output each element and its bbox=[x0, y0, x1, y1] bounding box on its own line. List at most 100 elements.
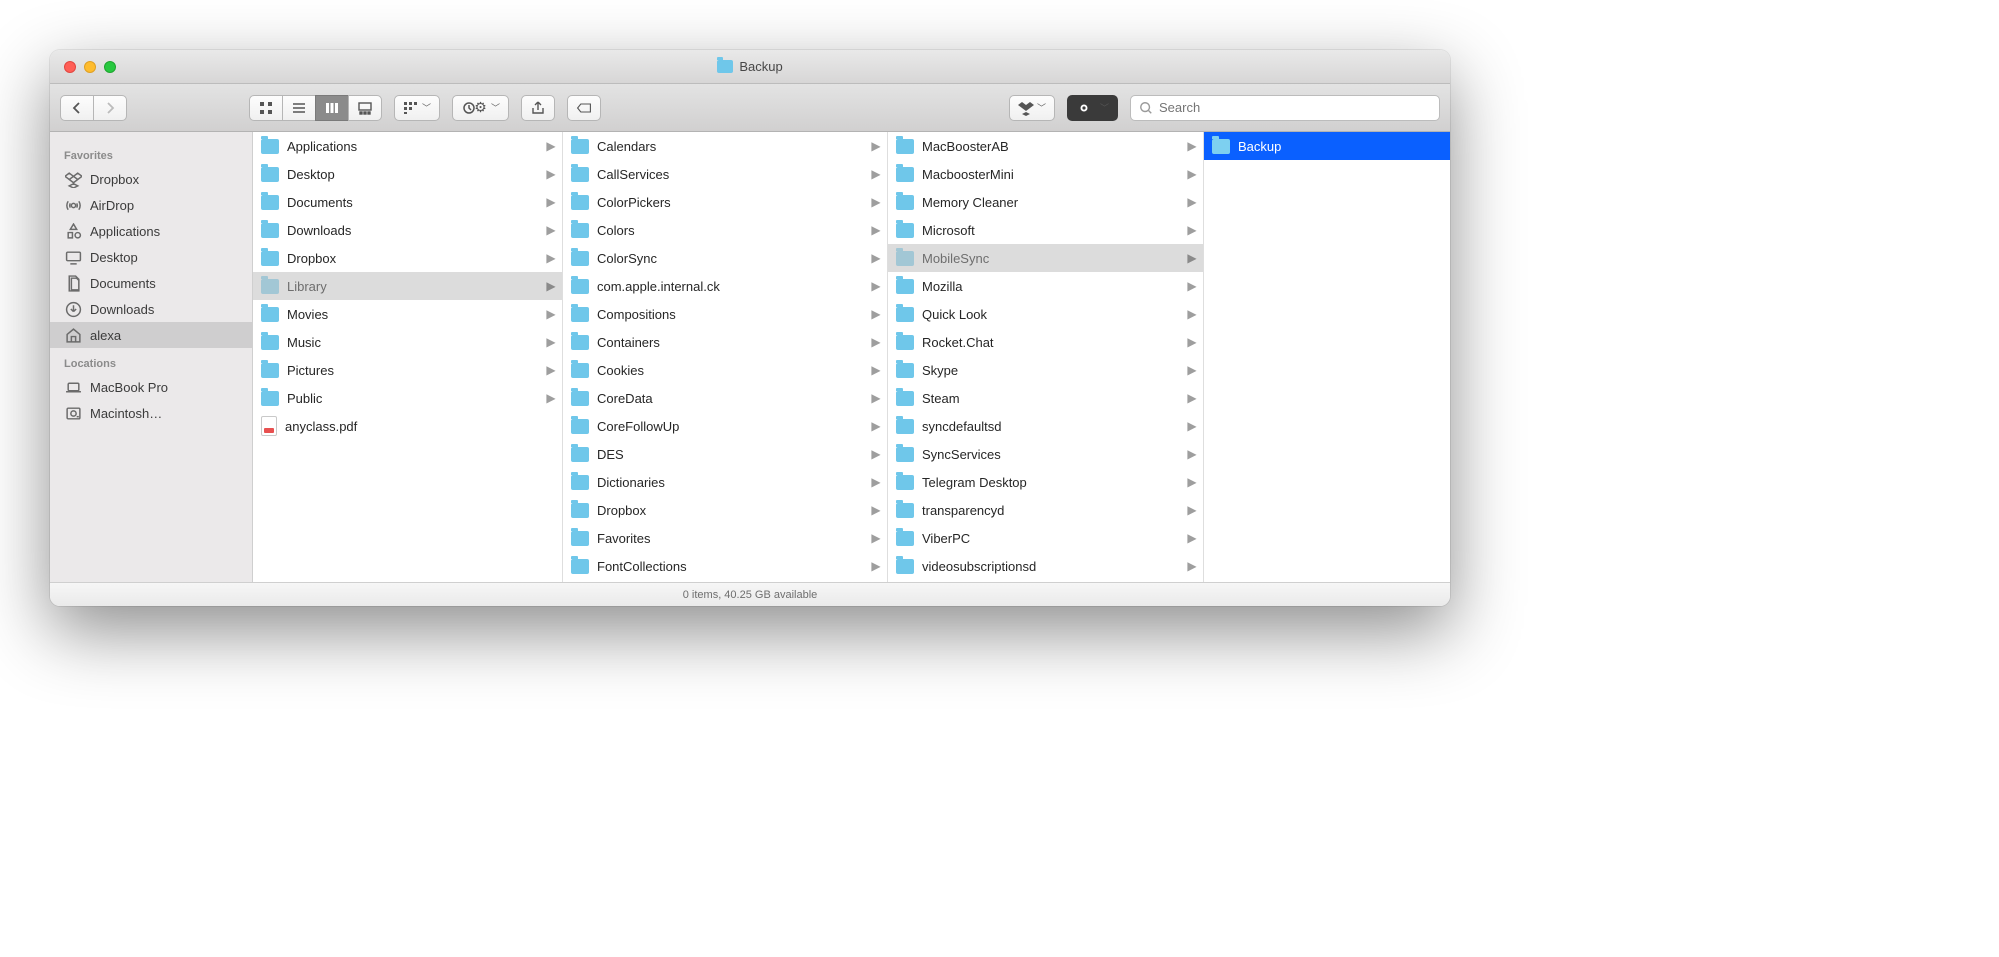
documents-icon bbox=[64, 274, 82, 292]
folder-icon bbox=[896, 251, 914, 266]
sidebar-item-applications[interactable]: Applications bbox=[50, 218, 252, 244]
folder-row-corefollowup[interactable]: CoreFollowUp▶ bbox=[563, 412, 887, 440]
folder-row-backup[interactable]: Backup bbox=[1204, 132, 1450, 160]
column-browser: Applications▶Desktop▶Documents▶Downloads… bbox=[253, 132, 1450, 582]
chevron-right-icon: ▶ bbox=[1187, 363, 1197, 377]
folder-row-desktop[interactable]: Desktop▶ bbox=[253, 160, 562, 188]
folder-row-applications[interactable]: Applications▶ bbox=[253, 132, 562, 160]
chevron-right-icon: ▶ bbox=[1187, 279, 1197, 293]
item-name: CoreFollowUp bbox=[597, 419, 863, 434]
item-name: Memory Cleaner bbox=[922, 195, 1179, 210]
item-name: Containers bbox=[597, 335, 863, 350]
chevron-right-icon: ▶ bbox=[546, 391, 556, 405]
item-name: Colors bbox=[597, 223, 863, 238]
folder-row-documents[interactable]: Documents▶ bbox=[253, 188, 562, 216]
folder-icon bbox=[261, 391, 279, 406]
folder-row-coredata[interactable]: CoreData▶ bbox=[563, 384, 887, 412]
file-row-anyclass-pdf[interactable]: anyclass.pdf bbox=[253, 412, 562, 440]
folder-icon bbox=[571, 475, 589, 490]
arrange-button[interactable]: ﹀ bbox=[394, 95, 440, 121]
folder-row-syncservices[interactable]: SyncServices▶ bbox=[888, 440, 1203, 468]
action-menu-button[interactable]: ⚙︎﹀ bbox=[452, 95, 509, 121]
search-input[interactable] bbox=[1159, 100, 1431, 115]
forward-button[interactable] bbox=[93, 95, 127, 121]
chevron-right-icon: ▶ bbox=[871, 223, 881, 237]
tags-button[interactable] bbox=[567, 95, 601, 121]
item-name: Favorites bbox=[597, 531, 863, 546]
sidebar-item-documents[interactable]: Documents bbox=[50, 270, 252, 296]
folder-row-rocket-chat[interactable]: Rocket.Chat▶ bbox=[888, 328, 1203, 356]
chevron-right-icon: ▶ bbox=[871, 391, 881, 405]
folder-row-colors[interactable]: Colors ▶ bbox=[563, 216, 887, 244]
folder-row-containers[interactable]: Containers▶ bbox=[563, 328, 887, 356]
folder-row-colorsync[interactable]: ColorSync▶ bbox=[563, 244, 887, 272]
folder-row-com-apple-internal-ck[interactable]: com.apple.internal.ck▶ bbox=[563, 272, 887, 300]
folder-row-public[interactable]: Public▶ bbox=[253, 384, 562, 412]
folder-icon bbox=[571, 335, 589, 350]
folder-row-des[interactable]: DES▶ bbox=[563, 440, 887, 468]
folder-row-mobilesync[interactable]: MobileSync▶ bbox=[888, 244, 1203, 272]
folder-row-favorites[interactable]: Favorites▶ bbox=[563, 524, 887, 552]
folder-row-downloads[interactable]: Downloads▶ bbox=[253, 216, 562, 244]
back-button[interactable] bbox=[60, 95, 94, 121]
folder-row-viberpc[interactable]: ViberPC▶ bbox=[888, 524, 1203, 552]
folder-row-dictionaries[interactable]: Dictionaries▶ bbox=[563, 468, 887, 496]
folder-icon bbox=[896, 475, 914, 490]
folder-row-fontcollections[interactable]: FontCollections▶ bbox=[563, 552, 887, 580]
sidebar-item-label: Applications bbox=[90, 224, 160, 239]
folder-row-quick-look[interactable]: Quick Look▶ bbox=[888, 300, 1203, 328]
search-field[interactable] bbox=[1130, 95, 1440, 121]
sidebar-item-downloads[interactable]: Downloads bbox=[50, 296, 252, 322]
share-button[interactable] bbox=[521, 95, 555, 121]
folder-row-telegram-desktop[interactable]: Telegram Desktop▶ bbox=[888, 468, 1203, 496]
folder-icon bbox=[896, 195, 914, 210]
view-icon-button[interactable] bbox=[249, 95, 283, 121]
column-4[interactable]: Backup bbox=[1204, 132, 1450, 582]
sidebar-item-dropbox[interactable]: Dropbox bbox=[50, 166, 252, 192]
folder-row-memory-cleaner[interactable]: Memory Cleaner▶ bbox=[888, 188, 1203, 216]
column-2[interactable]: Calendars▶CallServices▶ColorPickers▶Colo… bbox=[563, 132, 888, 582]
folder-row-movies[interactable]: Movies▶ bbox=[253, 300, 562, 328]
view-list-button[interactable] bbox=[282, 95, 316, 121]
sidebar-item-macbook-pro[interactable]: MacBook Pro bbox=[50, 374, 252, 400]
folder-row-library[interactable]: Library▶ bbox=[253, 272, 562, 300]
folder-row-colorpickers[interactable]: ColorPickers▶ bbox=[563, 188, 887, 216]
chevron-right-icon: ▶ bbox=[1187, 167, 1197, 181]
column-3[interactable]: MacBoosterAB▶MacboosterMini▶Memory Clean… bbox=[888, 132, 1204, 582]
downloads-icon bbox=[64, 300, 82, 318]
sidebar-item-airdrop[interactable]: AirDrop bbox=[50, 192, 252, 218]
folder-row-videosubscriptionsd[interactable]: videosubscriptionsd▶ bbox=[888, 552, 1203, 580]
folder-row-transparencyd[interactable]: transparencyd▶ bbox=[888, 496, 1203, 524]
folder-row-macboostermini[interactable]: MacboosterMini▶ bbox=[888, 160, 1203, 188]
privacy-toolbar-button[interactable]: ﹀ bbox=[1067, 95, 1118, 121]
view-column-button[interactable] bbox=[315, 95, 349, 121]
dropbox-toolbar-button[interactable]: ﹀ bbox=[1009, 95, 1055, 121]
item-name: Steam bbox=[922, 391, 1179, 406]
folder-row-steam[interactable]: Steam▶ bbox=[888, 384, 1203, 412]
item-name: ColorPickers bbox=[597, 195, 863, 210]
view-gallery-button[interactable] bbox=[348, 95, 382, 121]
item-name: Calendars bbox=[597, 139, 863, 154]
folder-row-dropbox[interactable]: Dropbox▶ bbox=[563, 496, 887, 524]
folder-row-cookies[interactable]: Cookies▶ bbox=[563, 356, 887, 384]
folder-row-skype[interactable]: Skype▶ bbox=[888, 356, 1203, 384]
folder-row-dropbox[interactable]: Dropbox▶ bbox=[253, 244, 562, 272]
folder-icon bbox=[1212, 139, 1230, 154]
folder-row-syncdefaultsd[interactable]: syncdefaultsd▶ bbox=[888, 412, 1203, 440]
folder-row-mozilla[interactable]: Mozilla▶ bbox=[888, 272, 1203, 300]
folder-row-pictures[interactable]: Pictures▶ bbox=[253, 356, 562, 384]
item-name: Applications bbox=[287, 139, 538, 154]
folder-icon bbox=[571, 447, 589, 462]
sidebar-item-alexa[interactable]: alexa bbox=[50, 322, 252, 348]
sidebar-item-macintosh-[interactable]: Macintosh… bbox=[50, 400, 252, 426]
folder-row-microsoft[interactable]: Microsoft▶ bbox=[888, 216, 1203, 244]
folder-row-macboosterab[interactable]: MacBoosterAB▶ bbox=[888, 132, 1203, 160]
sidebar-item-label: Desktop bbox=[90, 250, 138, 265]
folder-row-callservices[interactable]: CallServices▶ bbox=[563, 160, 887, 188]
folder-row-compositions[interactable]: Compositions▶ bbox=[563, 300, 887, 328]
folder-icon bbox=[571, 419, 589, 434]
folder-row-music[interactable]: Music▶ bbox=[253, 328, 562, 356]
sidebar-item-desktop[interactable]: Desktop bbox=[50, 244, 252, 270]
column-1[interactable]: Applications▶Desktop▶Documents▶Downloads… bbox=[253, 132, 563, 582]
folder-row-calendars[interactable]: Calendars▶ bbox=[563, 132, 887, 160]
